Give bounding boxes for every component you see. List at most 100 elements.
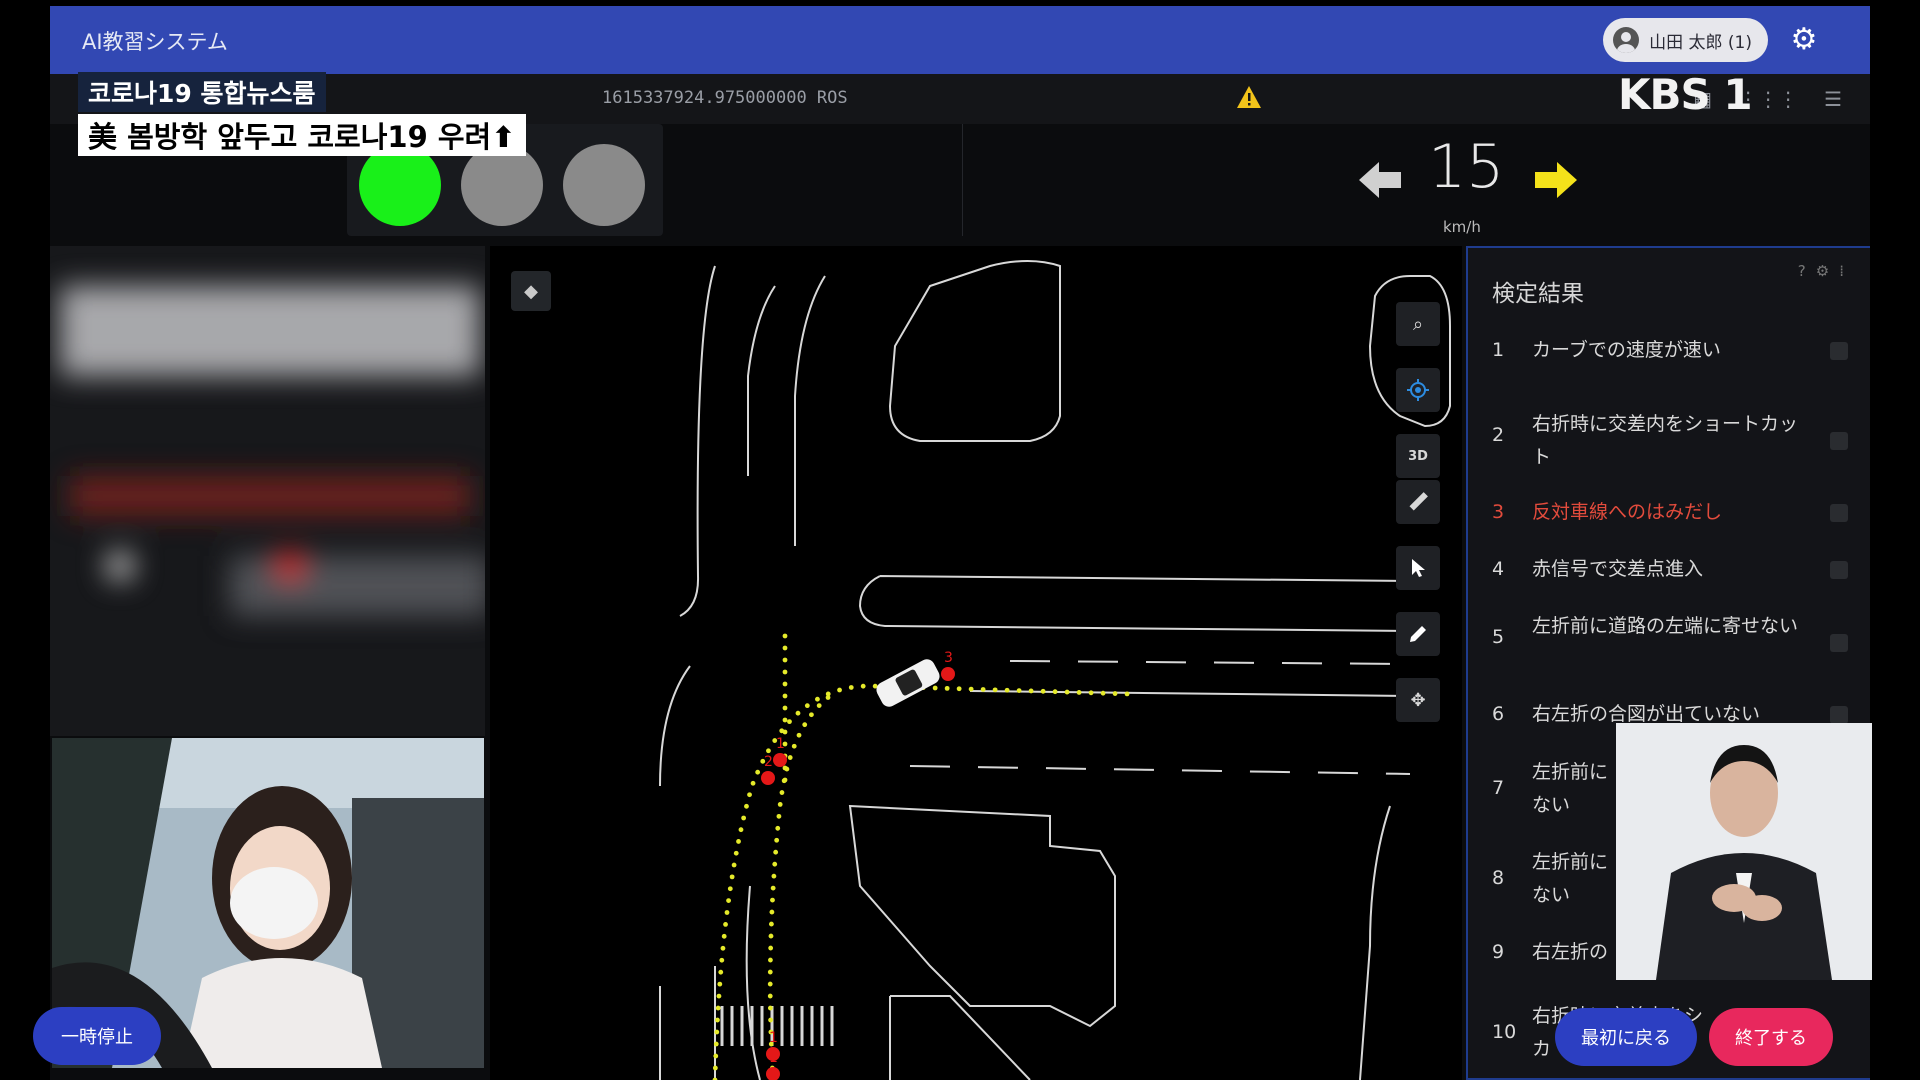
news-caption: 코로나19 통합뉴스룸 美 봄방학 앞두고 코로나19 우려⬆ [78, 72, 526, 156]
route-dot [769, 909, 775, 915]
route-dot [768, 933, 774, 939]
route-dot [825, 695, 831, 700]
violation-marker[interactable] [761, 771, 775, 785]
route-dot [1088, 690, 1094, 696]
route-dot [767, 993, 773, 999]
route-dot [787, 755, 793, 760]
pencil-icon[interactable] [1396, 612, 1440, 656]
route-dot [750, 780, 756, 786]
route-dot [782, 633, 788, 639]
route-dot [768, 945, 774, 951]
database-icon[interactable]: ☰ [1824, 87, 1842, 111]
route-dot [944, 685, 950, 691]
route-dot [782, 645, 788, 651]
route-dot [726, 898, 731, 904]
route-dot [815, 696, 820, 702]
turn-left-arrow-icon [1359, 162, 1401, 198]
route-dot [723, 922, 728, 927]
route-dot [968, 686, 974, 692]
result-checkbox[interactable] [1830, 342, 1848, 360]
back-to-start-button[interactable]: 最初に戻る [1555, 1008, 1697, 1066]
route-dot [860, 683, 866, 689]
route-dot [733, 850, 739, 856]
route-dot [796, 732, 802, 738]
route-dot [713, 1041, 719, 1047]
route-dot [719, 957, 725, 963]
route-dot [715, 1005, 721, 1011]
signal-lamp-green [359, 144, 441, 226]
route-dot [741, 815, 747, 821]
results-title: 検定結果 [1492, 281, 1584, 307]
violation-marker[interactable] [773, 753, 787, 767]
route-dot [767, 981, 773, 987]
route-dot [774, 837, 780, 843]
route-map[interactable]: 31211 [490, 246, 1462, 1080]
front-camera-view [50, 246, 485, 736]
headline: 美 봄방학 앞두고 코로나19 우려⬆ [78, 114, 526, 156]
route-dot [795, 710, 801, 716]
route-dot [1064, 689, 1070, 695]
user-name-label: 山田 太郎 (1) [1649, 32, 1752, 53]
violation-marker[interactable] [941, 667, 955, 681]
route-dot [779, 790, 785, 795]
result-checkbox[interactable] [1830, 432, 1848, 450]
route-dot [773, 849, 779, 855]
signal-lamp-red [563, 144, 645, 226]
route-dot [718, 969, 724, 975]
route-dot [1100, 690, 1106, 696]
move-icon[interactable]: ✥ [1396, 678, 1440, 722]
end-button[interactable]: 終了する [1709, 1008, 1833, 1066]
app-header: AI教習システム 山田 太郎 (1) ⚙ [50, 6, 1870, 74]
route-dot [932, 685, 938, 691]
route-dot [1076, 690, 1082, 695]
route-dot [766, 748, 771, 754]
violation-marker-label: 1 [776, 736, 785, 752]
route-dot [712, 1065, 718, 1071]
pause-button[interactable]: 一時停止 [33, 1007, 161, 1065]
route-dot [956, 686, 962, 692]
search-icon[interactable]: ⌕ [1396, 302, 1440, 346]
result-checkbox[interactable] [1830, 504, 1848, 522]
route-dot [848, 685, 854, 690]
violation-marker[interactable] [766, 1067, 780, 1080]
route-dot [782, 693, 788, 699]
route-dot [776, 813, 782, 819]
route-dot [1112, 691, 1118, 696]
help-icon[interactable]: ? [1798, 262, 1806, 280]
route-dot [837, 687, 842, 693]
user-avatar-icon [1613, 27, 1640, 53]
result-checkbox[interactable] [1830, 706, 1848, 724]
route-dot [771, 873, 777, 879]
drag-handle-icon[interactable]: ⁞ [1839, 262, 1844, 280]
3d-view-button[interactable]: 3D [1396, 434, 1440, 478]
route-dot [727, 886, 733, 892]
layers-icon[interactable]: ◆ [511, 271, 551, 311]
violation-marker-label: 2 [764, 754, 773, 770]
route-dot [717, 981, 723, 987]
route-dot [768, 921, 774, 927]
route-dot [729, 874, 735, 880]
app-window: AI教習システム 山田 太郎 (1) ⚙ 1615337924.97500000… [50, 6, 1870, 1080]
route-dot [804, 703, 810, 709]
route-dot [791, 743, 797, 749]
result-checkbox[interactable] [1830, 634, 1848, 652]
gear-icon[interactable]: ⚙ [1816, 262, 1829, 280]
gear-icon[interactable]: ⚙ [1788, 24, 1820, 56]
pointer-icon[interactable] [1396, 546, 1440, 590]
route-dot [980, 687, 986, 692]
locate-icon[interactable] [1396, 368, 1440, 412]
route-dot [802, 722, 808, 728]
route-dot [767, 969, 773, 975]
warning-icon[interactable] [1236, 84, 1262, 110]
user-menu-button[interactable]: 山田 太郎 (1) [1603, 18, 1768, 62]
route-dot [1028, 688, 1034, 694]
route-dot [775, 825, 781, 831]
route-dot [782, 777, 788, 783]
result-checkbox[interactable] [1830, 561, 1848, 579]
route-dot [721, 933, 727, 939]
ruler-icon[interactable] [1396, 480, 1440, 524]
panel-controls: ? ⚙ ⁞ [1798, 262, 1844, 280]
route-dot [816, 703, 822, 708]
ros-timestamp: 1615337924.975000000 ROS [602, 88, 848, 108]
route-dot [731, 862, 737, 868]
